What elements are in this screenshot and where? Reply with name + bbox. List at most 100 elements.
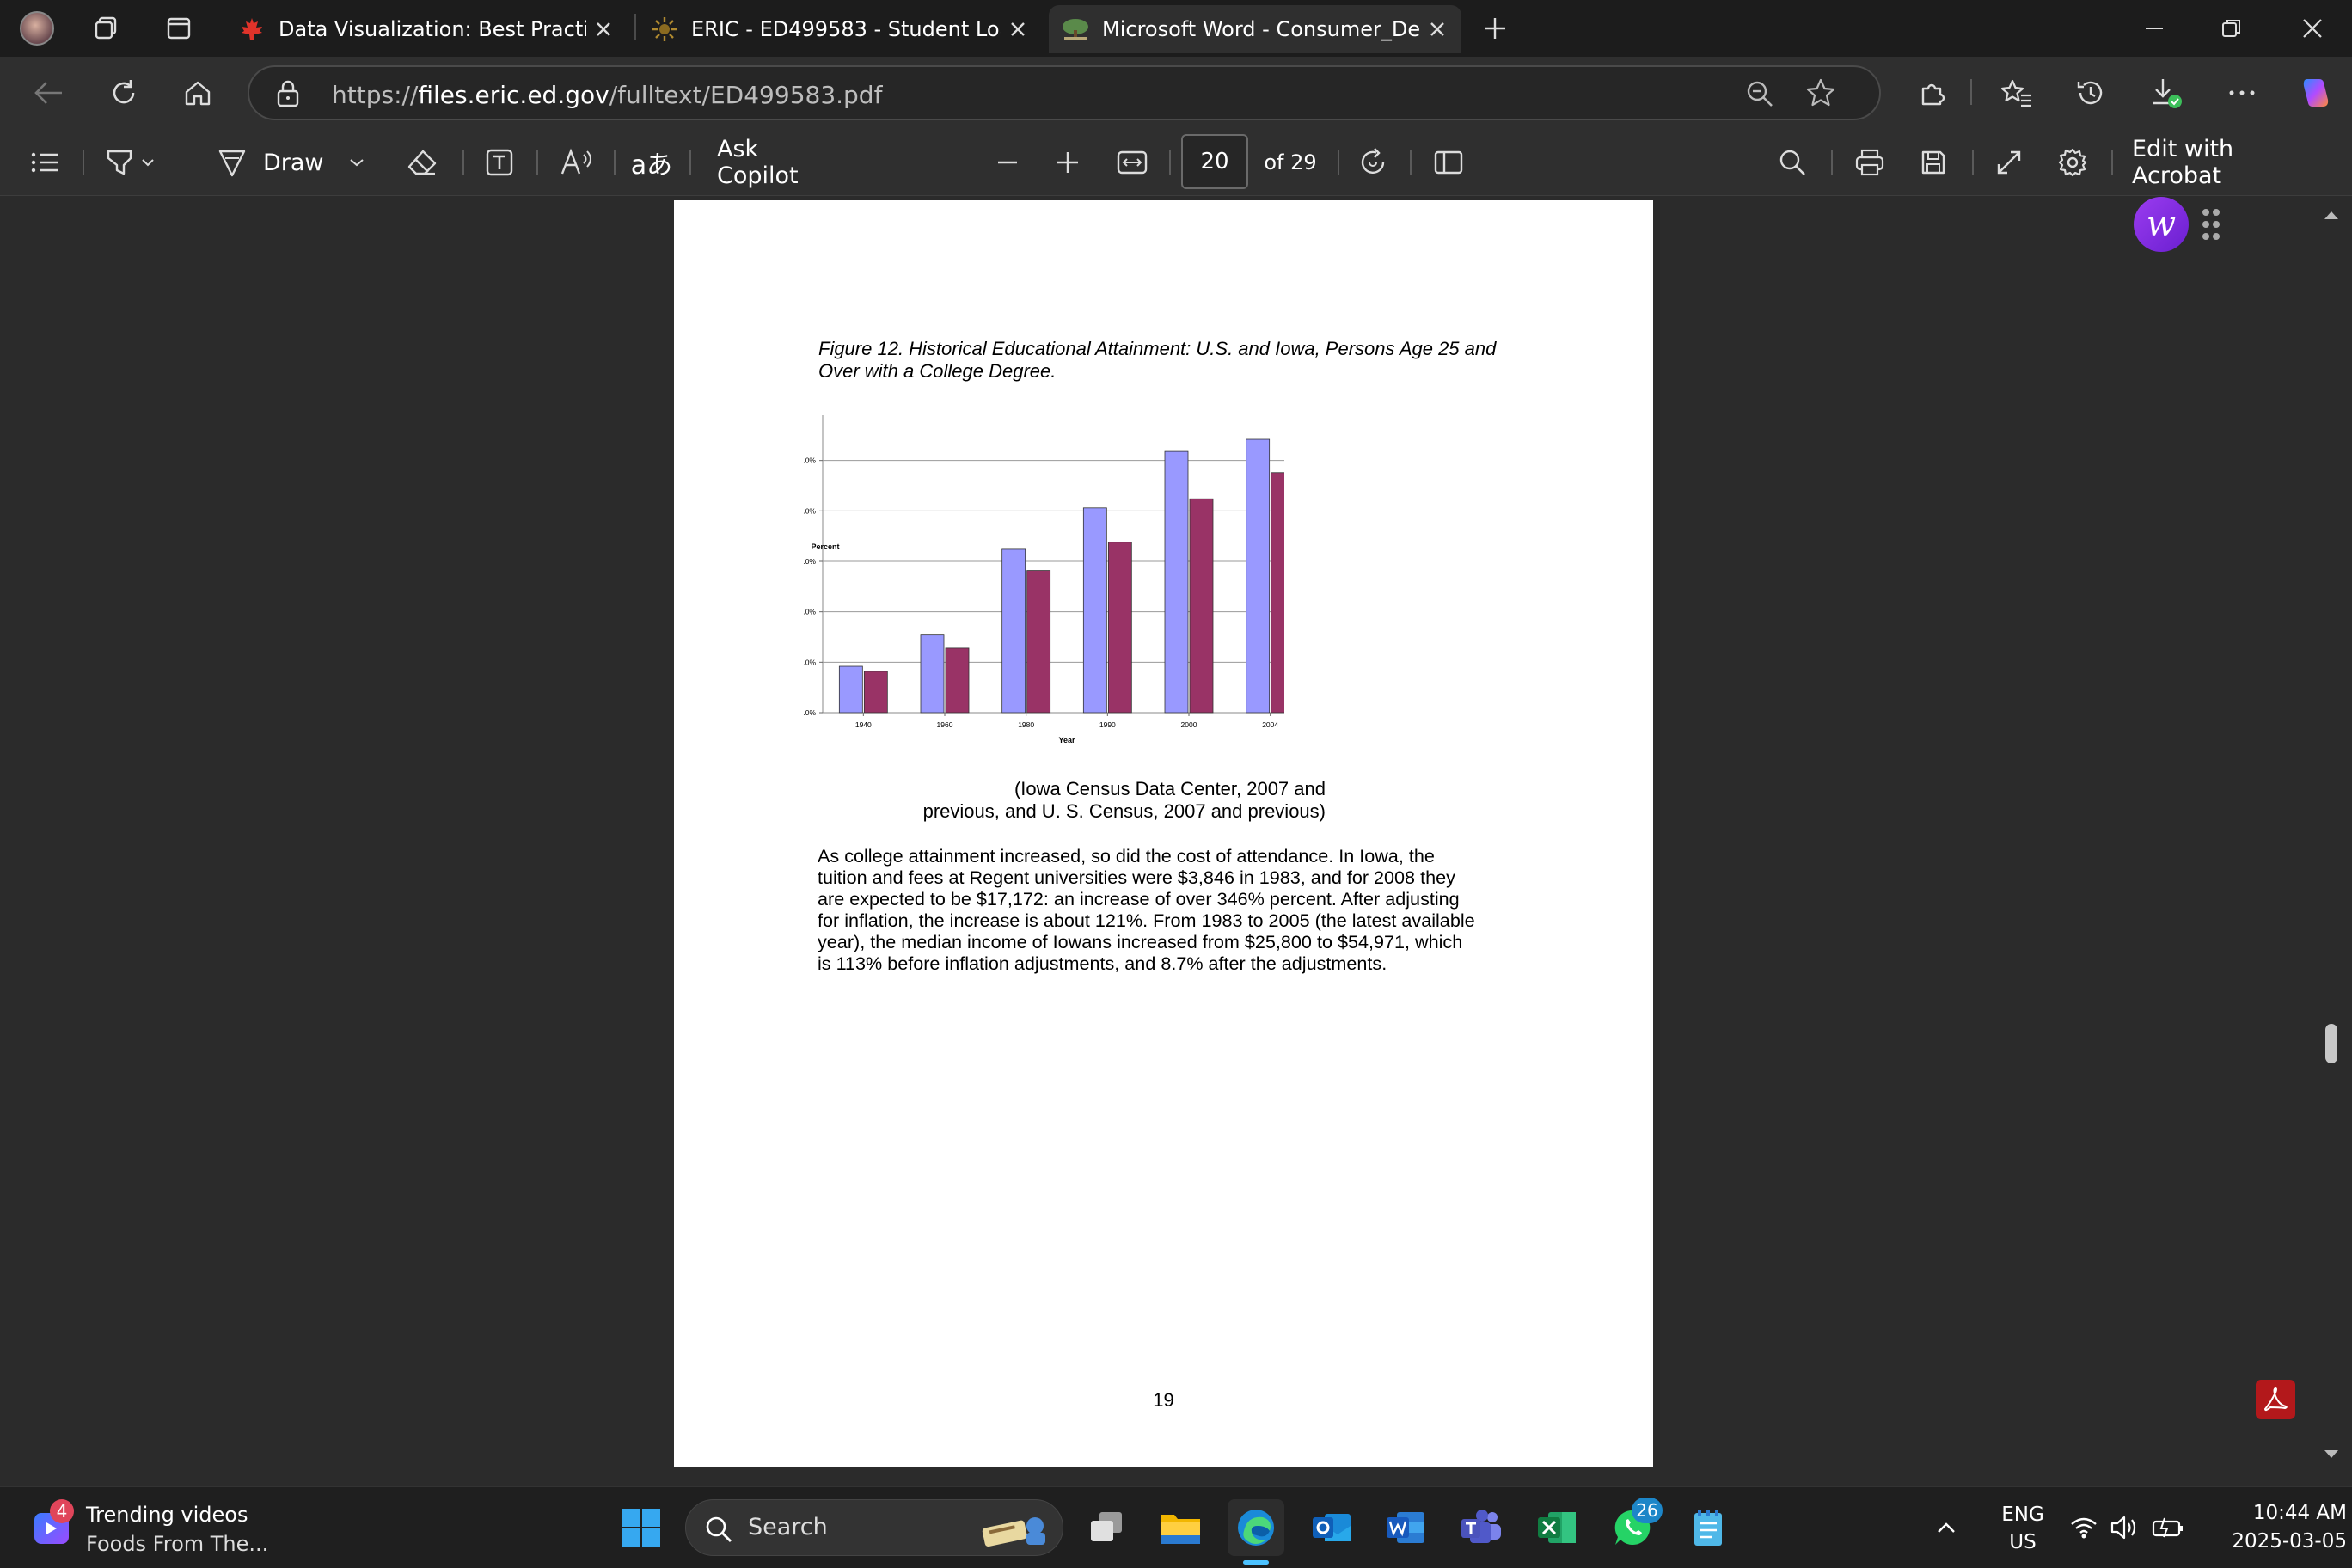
history-icon[interactable] [2068,70,2113,115]
rotate-icon[interactable] [1351,141,1394,184]
draw-button[interactable]: Draw [217,141,368,184]
favorites-icon[interactable] [1994,70,2039,115]
address-bar[interactable]: https://files.eric.ed.gov/fulltext/ED499… [248,65,1881,120]
highlight-icon[interactable] [96,141,165,184]
taskbar-search[interactable]: Search [685,1499,1063,1556]
y-tick-label: 15.0% [803,557,816,566]
translate-icon[interactable]: aあ [628,141,676,184]
drag-handle-icon[interactable] [2201,207,2221,245]
scrollbar-thumb[interactable] [2325,1024,2337,1063]
x-tick-label: 1980 [1018,720,1034,729]
read-aloud-icon[interactable] [554,141,602,184]
toolbar-separator [2111,150,2113,175]
workspaces-icon[interactable] [86,9,126,48]
paragraph-line: year), the median income of Iowans incre… [818,931,1463,952]
downloads-icon[interactable] [2144,70,2189,115]
zoom-out-button[interactable] [989,141,1026,184]
more-menu-icon[interactable] [2220,70,2264,115]
wifi-icon[interactable] [2067,1499,2101,1556]
eraser-icon[interactable] [401,141,444,184]
extensions-icon[interactable] [1910,70,1955,115]
paragraph-line: for inflation, the increase is about 121… [818,910,1475,931]
figure-source: (Iowa Census Data Center, 2007 and previ… [904,778,1326,823]
scroll-down-arrow[interactable] [2323,1449,2340,1461]
fullscreen-icon[interactable] [1988,141,2030,184]
print-icon[interactable] [1848,141,1891,184]
x-axis-label: Year [1058,736,1075,744]
pdf-page: Figure 12. Historical Educational Attain… [674,200,1653,1467]
language-indicator[interactable]: ENG US [1993,1501,2053,1556]
widget-subtitle: Foods From The... [86,1532,269,1556]
restore-button[interactable] [2189,7,2275,50]
y-tick-label: 20.0% [803,506,816,515]
excel-icon[interactable] [1528,1499,1585,1556]
tab-data-visualization[interactable]: Data Visualization: Best Practices [225,5,628,53]
plot-area [822,415,1284,714]
tab-title: ERIC - ED499583 - Student Loan Debt [691,17,1001,41]
file-explorer-icon[interactable] [1152,1499,1209,1556]
bar-chart: 0.0%5.0%10.0%15.0%20.0%25.0%30.0%Percent… [803,415,1284,744]
bar-united-states [920,634,945,714]
copilot-icon[interactable] [2294,70,2338,115]
bar-iowa [1026,570,1051,714]
acrobat-icon[interactable] [2256,1380,2295,1419]
vertical-scrollbar[interactable] [2319,197,2342,1486]
refresh-icon[interactable] [101,70,146,115]
back-icon[interactable] [26,70,70,115]
home-icon[interactable] [175,70,220,115]
page-number-input[interactable]: 20 [1181,134,1248,189]
toolbar-separator [614,150,616,175]
close-tab-icon[interactable] [586,12,621,46]
close-tab-icon[interactable] [1001,12,1035,46]
zoom-out-icon[interactable] [1745,79,1774,112]
search-icon[interactable] [1771,141,1814,184]
notepad-icon[interactable] [1680,1499,1736,1556]
add-text-icon[interactable] [478,141,521,184]
page-number: 19 [1153,1389,1174,1411]
source-line: (Iowa Census Data Center, 2007 and [1014,778,1326,799]
ask-copilot-label: Ask Copilot [717,136,799,189]
paragraph-line: is 113% before inflation adjustments, an… [818,952,1387,974]
outlook-icon[interactable] [1303,1499,1360,1556]
teams-icon[interactable] [1453,1499,1510,1556]
bar-iowa [863,671,888,714]
y-tick-label: 25.0% [803,456,816,465]
widgets-button[interactable]: 4 Trending videos Foods From The... [26,1496,269,1561]
volume-icon[interactable] [2108,1499,2142,1556]
edit-with-acrobat-button[interactable]: Edit with Acrobat [2132,136,2330,189]
clock[interactable]: 10:44 AM 2025-03-05 [2201,1499,2347,1556]
paragraph-line: tuition and fees at Regent universities … [818,867,1455,888]
writing-assistant-icon[interactable]: w [2134,197,2189,252]
toolbar-separator [536,150,538,175]
show-hidden-icons-chevron[interactable] [1929,1499,1963,1556]
scroll-up-arrow[interactable] [2323,209,2340,221]
close-window-button[interactable] [2269,7,2352,50]
toolbar-separator [1169,150,1171,175]
edge-browser-icon[interactable] [1228,1499,1284,1556]
contents-icon[interactable] [26,141,64,184]
settings-gear-icon[interactable] [2051,141,2094,184]
toolbar-separator [1831,150,1833,175]
task-view-icon[interactable] [1078,1499,1135,1556]
page-view-icon[interactable] [1427,141,1470,184]
tab-eric[interactable]: ERIC - ED499583 - Student Loan Debt [638,5,1042,53]
new-tab-icon[interactable] [1475,9,1515,48]
favorite-star-icon[interactable] [1805,77,1836,112]
zoom-in-button[interactable] [1049,141,1087,184]
save-icon[interactable] [1912,141,1955,184]
battery-icon[interactable] [2149,1499,2187,1556]
start-button[interactable] [613,1499,670,1556]
toolbar-separator [689,150,691,175]
browser-titlebar: Data Visualization: Best Practices ERIC … [0,0,2352,57]
fit-width-icon[interactable] [1111,141,1154,184]
tab-microsoft-word[interactable]: Microsoft Word - Consumer_Debt [1049,5,1461,53]
word-icon[interactable] [1377,1499,1434,1556]
pdf-viewer[interactable]: Figure 12. Historical Educational Attain… [0,197,2352,1486]
minimize-button[interactable] [2111,7,2197,50]
ask-copilot-button[interactable]: Ask Copilot [717,136,846,189]
clock-date: 2025-03-05 [2232,1530,2347,1553]
vertical-tabs-icon[interactable] [159,9,199,48]
close-tab-icon[interactable] [1420,12,1455,46]
profile-avatar[interactable] [17,9,57,48]
lock-icon[interactable] [275,79,301,112]
